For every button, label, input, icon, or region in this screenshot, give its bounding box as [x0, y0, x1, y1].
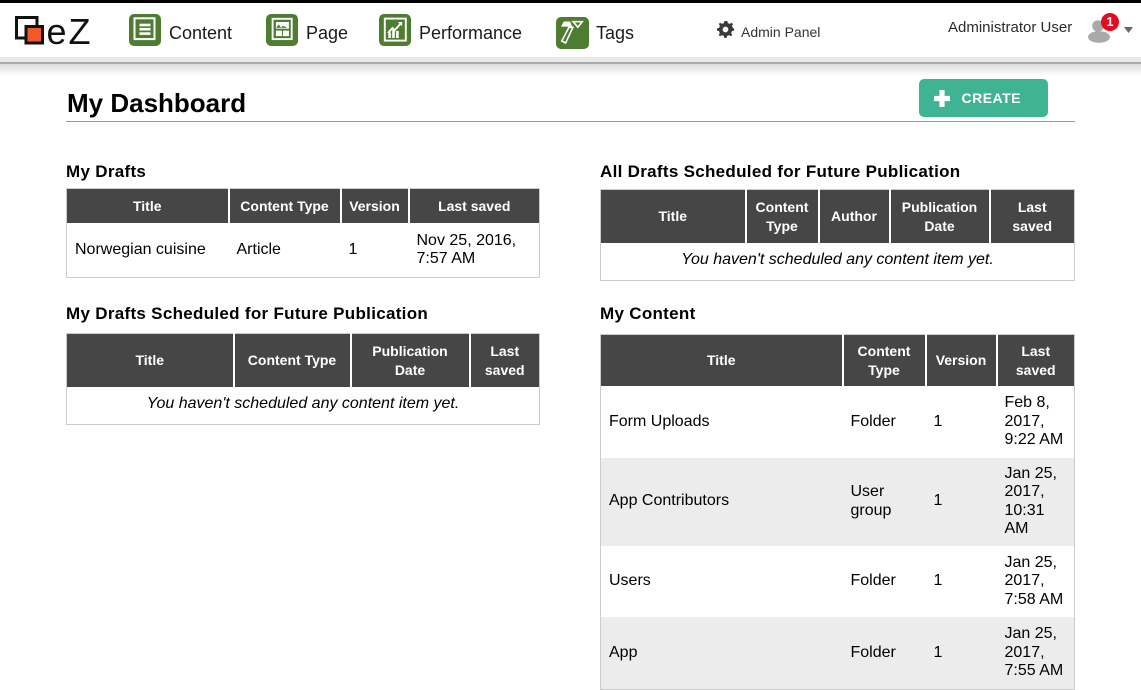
svg-text:eZ: eZ	[47, 12, 93, 52]
